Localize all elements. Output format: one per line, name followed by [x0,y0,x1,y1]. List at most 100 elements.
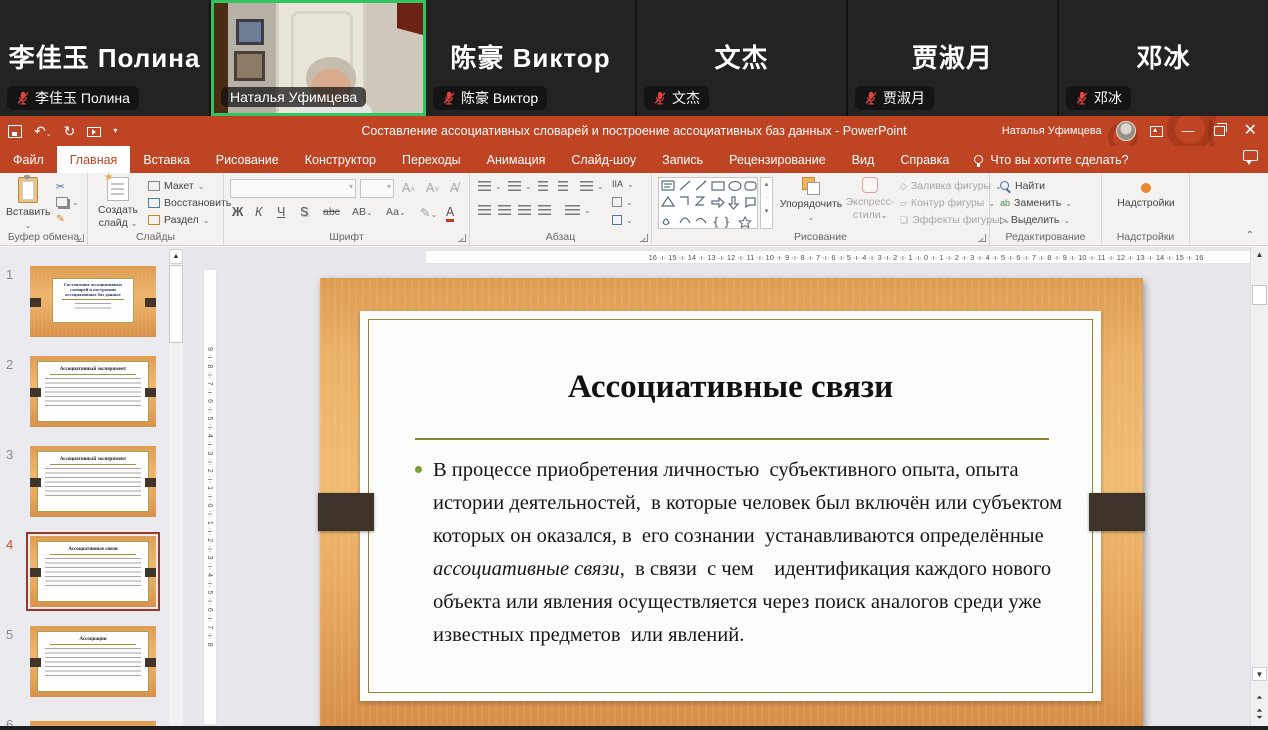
mic-muted-icon [442,91,456,105]
slide-title[interactable]: Ассоциативные связи [360,369,1101,406]
participant-name-label: Наталья Уфимцева [221,87,366,107]
columns-button[interactable]: ⌄ [565,205,591,216]
ribbon-tab[interactable]: Главная [57,146,131,173]
shrink-font-button[interactable]: А˅ [426,181,439,195]
align-text-button[interactable]: ⌄ [612,197,633,207]
font-dialog-launcher[interactable] [458,234,466,242]
slide-thumbnail[interactable]: Ассоциативные связи [30,536,156,607]
new-slide-button[interactable]: Создать слайд ⌄ [92,177,144,229]
participant-tile[interactable]: 文杰 文杰 [637,0,848,116]
scroll-up-icon[interactable]: ▲ [169,249,183,264]
increase-indent-button[interactable] [558,181,568,192]
slide-side-bar-left [318,493,374,531]
ribbon-tab[interactable]: Запись [649,146,716,173]
ribbon-tab[interactable]: Файл [0,146,57,173]
shape-fill-button[interactable]: ◇Заливка фигуры⌄ [900,180,1002,192]
character-spacing-button[interactable]: АВ⌄ [352,206,373,218]
account-name[interactable]: Наталья Уфимцева [1002,125,1102,137]
ribbon-tab[interactable]: Слайд-шоу [558,146,649,173]
align-center-button[interactable] [498,205,511,216]
slide-thumbnail[interactable]: Ассоциативный эксперимент [30,356,156,427]
slide-thumbnail[interactable]: Ассоциации [30,626,156,697]
collapse-ribbon-button[interactable]: ⌃ [1246,230,1254,241]
drawing-dialog-launcher[interactable] [978,234,986,242]
underline-button[interactable]: Ч [277,205,285,219]
ribbon-tab[interactable]: Анимация [474,146,559,173]
account-avatar[interactable] [1116,121,1136,141]
slide-thumbnail[interactable]: Составление ассоциативных словарей и пос… [30,266,156,337]
slide-thumbnail[interactable]: Ассоциативный эксперимент [30,446,156,517]
replace-button[interactable]: abЗаменить⌄ [1000,197,1072,209]
section-button[interactable]: Раздел⌄ [148,214,209,226]
arrange-button[interactable]: Упорядочить⌄ [778,177,844,223]
change-case-button[interactable]: Аа⌄ [386,206,406,218]
reset-button[interactable]: Восстановить [148,197,231,209]
italic-button[interactable]: К [255,205,262,219]
addins-button[interactable]: Надстройки [1110,183,1182,210]
main-scrollbar[interactable]: ▲ ▼ ⏶⏶ ⏷⏷ [1250,247,1268,730]
scroll-up-icon[interactable]: ▲ [1252,248,1267,262]
scroll-down-icon[interactable]: ▼ [1252,667,1267,681]
slide-body-text[interactable]: В процессе приобретения личностью субъек… [433,454,1093,652]
clipboard-dialog-launcher[interactable] [76,234,84,242]
mic-muted-icon [864,91,878,105]
text-shadow-button[interactable]: S [300,205,308,219]
ribbon-display-options-icon[interactable] [1150,126,1163,137]
format-painter-button[interactable]: ✎ [56,213,65,225]
decrease-indent-button[interactable] [538,181,548,192]
convert-smartart-button[interactable]: ⌄ [612,215,633,225]
tell-me-box[interactable]: Что вы хотите сделать? [962,146,1140,173]
text-direction-button[interactable]: ΙΙΑ⌄ [612,179,634,189]
shape-outline-button[interactable]: ▱Контур фигуры⌄ [900,197,995,209]
grow-font-button[interactable]: А˄ [402,181,415,195]
layout-button[interactable]: Макет⌄ [148,180,204,192]
participant-tile[interactable]: 贾淑月 贾淑月 [848,0,1059,116]
ribbon-tab[interactable]: Рисование [203,146,292,173]
next-slide-button[interactable]: ⏷⏷ [1252,711,1267,725]
ribbon-tab[interactable]: Рецензирование [716,146,839,173]
scrollbar-thumb[interactable] [1252,285,1267,305]
cut-button[interactable]: ✂ [56,181,65,193]
shapes-scrollbar[interactable]: ▴·▾ [760,177,773,229]
participant-tile[interactable]: Наталья Уфимцева [211,0,426,116]
scrollbar-thumb[interactable] [169,265,183,343]
paste-button[interactable]: Вставить⌄ [6,177,50,231]
thumbnail-title: Составление ассоциативных словарей и пос… [53,282,133,297]
paragraph-dialog-launcher[interactable] [640,234,648,242]
highlight-color-button[interactable]: ✎⌄ [420,205,437,220]
participant-tile[interactable]: 李佳玉 Полина 李佳玉 Полина [0,0,211,116]
numbering-button[interactable]: ⌄ [508,181,532,192]
minimize-button[interactable]: — [1177,116,1200,146]
copy-button[interactable]: ⌄ [56,197,79,207]
participant-tile[interactable]: 邓冰 邓冰 [1059,0,1268,116]
previous-slide-button[interactable]: ⏶⏶ [1252,691,1267,705]
ribbon-tab[interactable]: Вид [839,146,888,173]
participant-tile[interactable]: 陈豪 Виктор 陈豪 Виктор [426,0,637,116]
shapes-gallery[interactable]: {} [658,177,758,229]
align-right-button[interactable] [518,205,531,216]
ribbon-tab[interactable]: Вставка [130,146,202,173]
select-button[interactable]: ▷Выделить⌄ [1000,214,1070,226]
ribbon-tab[interactable]: Конструктор [292,146,389,173]
restore-button[interactable] [1214,126,1225,136]
font-color-button[interactable]: А [446,205,454,222]
quick-styles-icon [862,177,878,193]
ribbon-tab[interactable]: Справка [887,146,962,173]
close-button[interactable]: ✕ [1239,116,1262,146]
justify-button[interactable] [538,205,551,216]
bullets-button[interactable]: ⌄ [478,181,502,192]
ribbon-tab[interactable]: Переходы [389,146,474,173]
thumbnail-scrollbar[interactable]: ▲ [169,249,183,728]
arrange-icon [802,177,820,195]
slide-canvas[interactable]: Ассоциативные связи В процессе приобрете… [320,278,1143,727]
strikethrough-button[interactable]: abc [323,206,340,218]
comments-icon[interactable] [1243,150,1258,161]
bold-button[interactable]: Ж [232,205,243,219]
font-size-combobox[interactable] [360,179,394,198]
align-left-button[interactable] [478,205,491,216]
clear-formatting-button[interactable]: А̸ [450,181,458,195]
find-button[interactable]: Найти [1000,180,1045,192]
font-name-combobox[interactable] [230,179,356,198]
quick-styles-button[interactable]: Экспресс-стили⌄ [844,177,896,221]
line-spacing-button[interactable]: ⌄ [580,181,604,192]
